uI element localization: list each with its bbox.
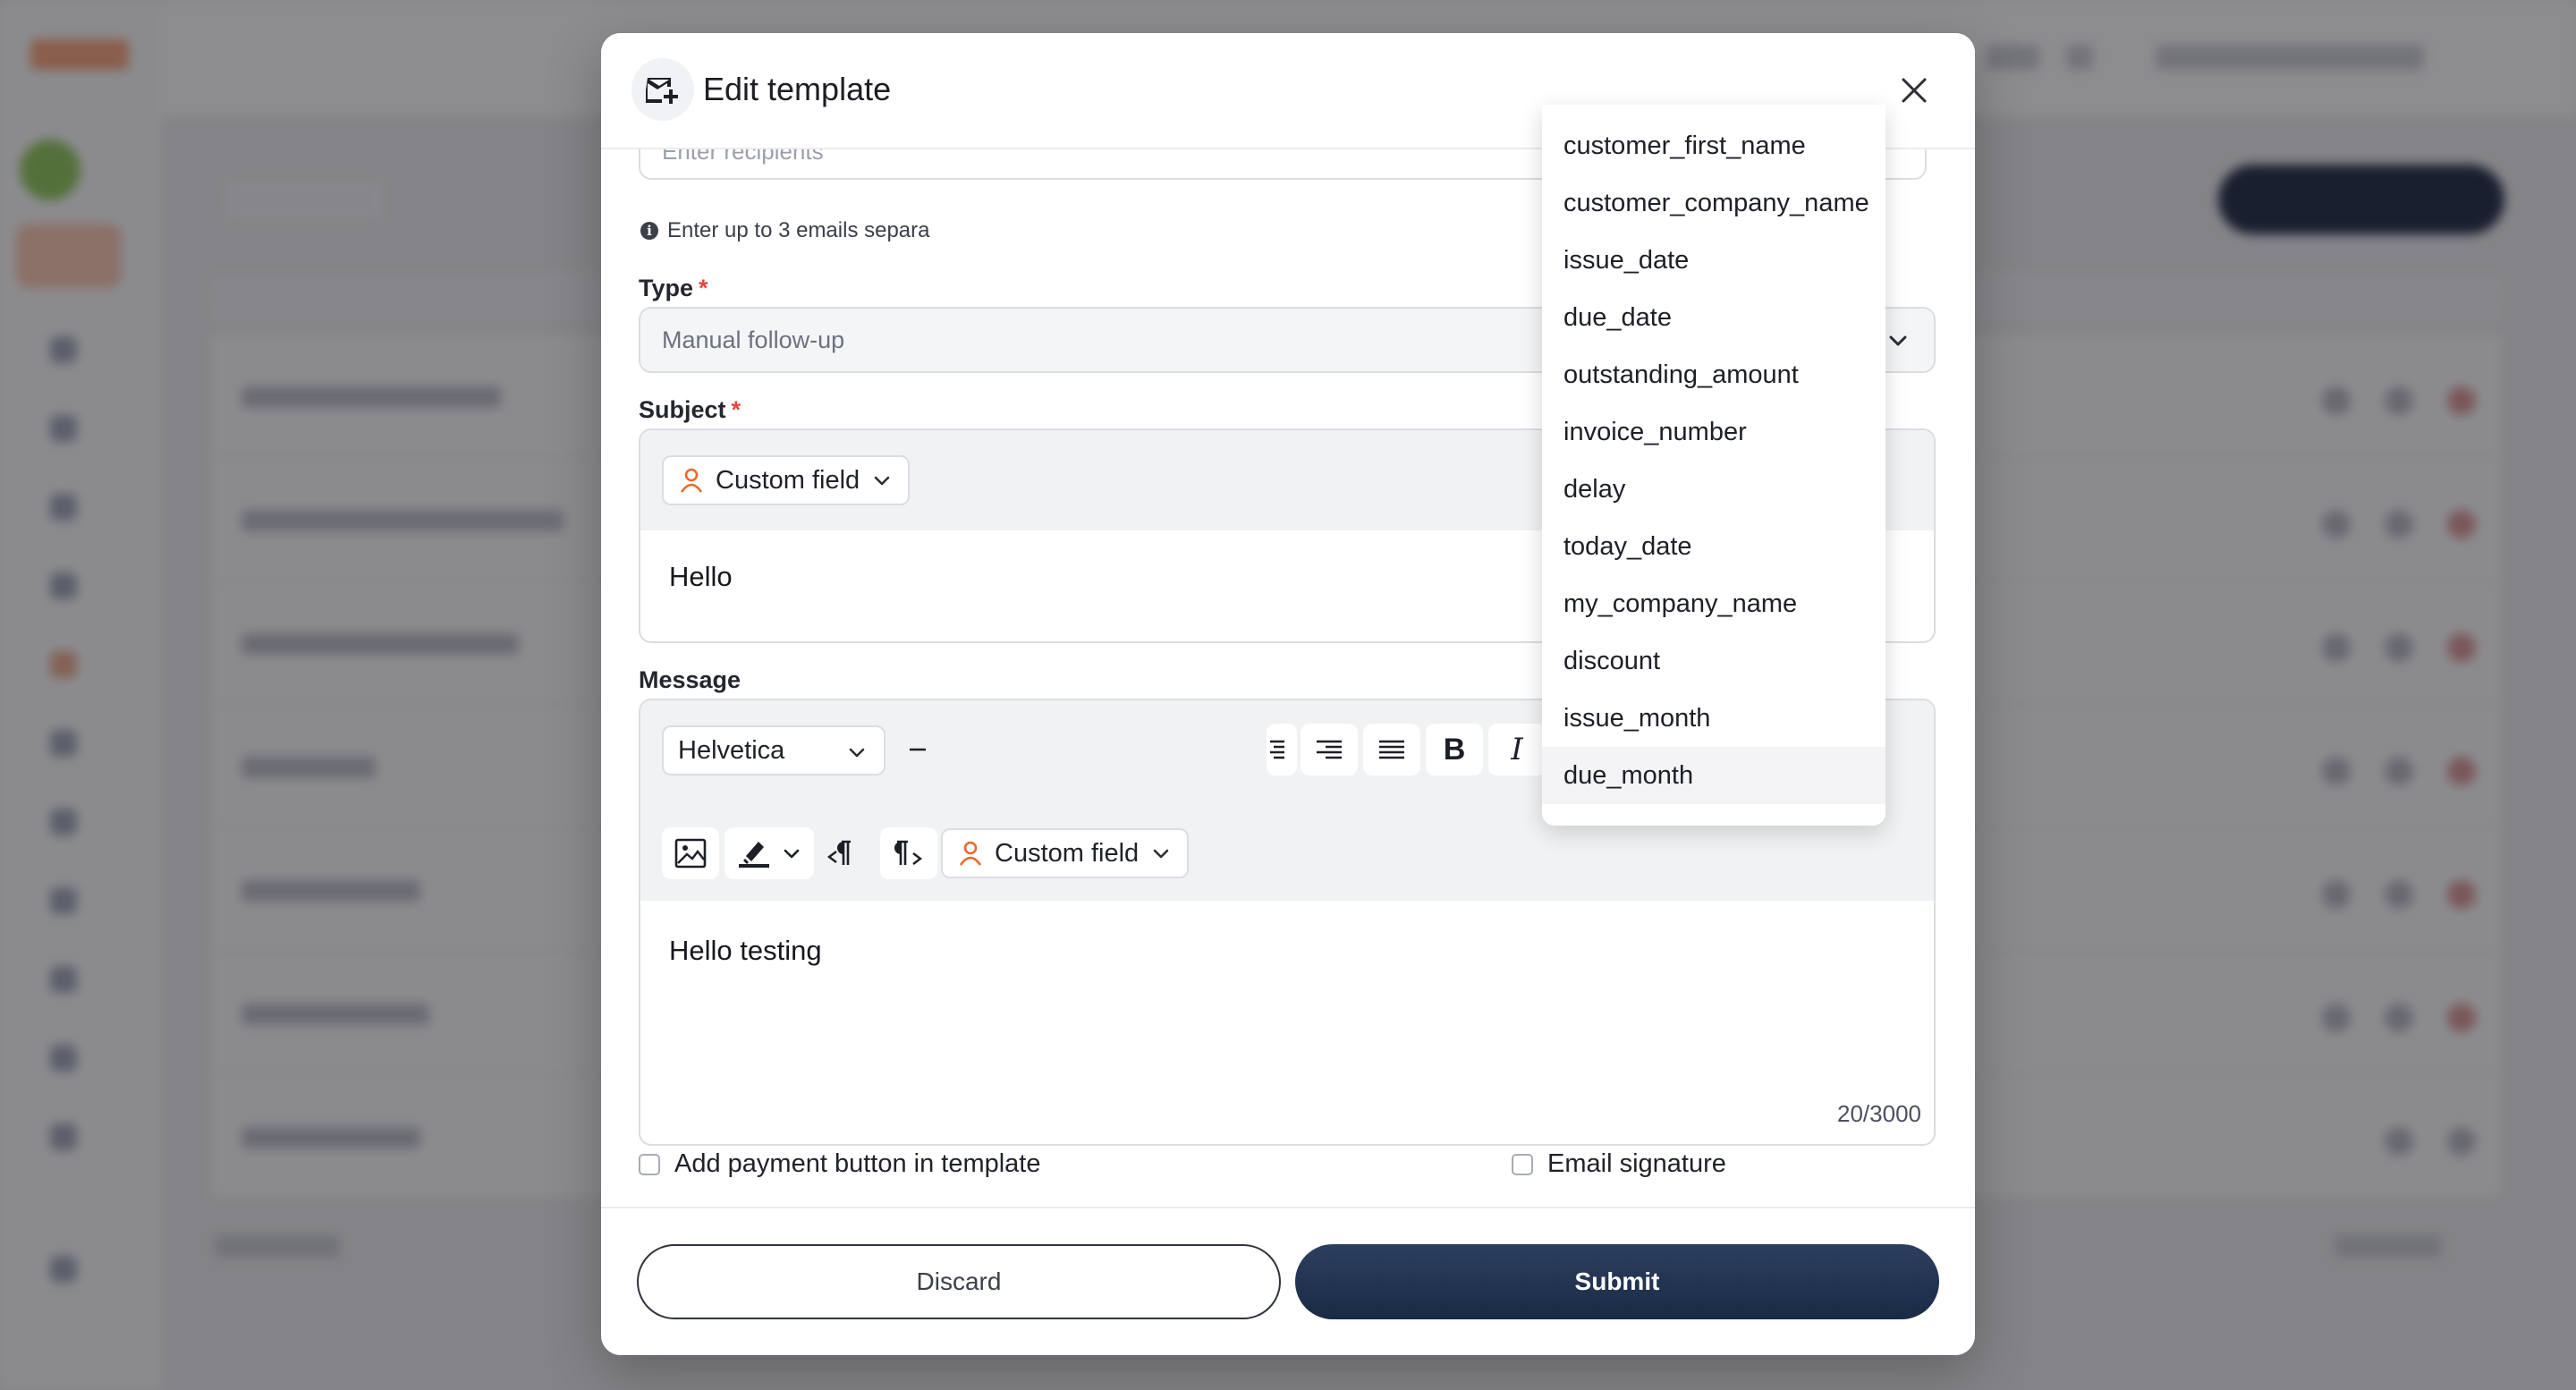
payment-button-option[interactable]: Add payment button in template [639, 1149, 1040, 1179]
custom-field-option[interactable]: issue_month [1542, 690, 1885, 747]
person-icon [959, 841, 982, 866]
custom-field-label: Custom field [716, 465, 860, 495]
subject-custom-field-button[interactable]: Custom field [662, 455, 911, 505]
custom-field-option[interactable]: invoice_number [1542, 403, 1885, 461]
close-icon [1902, 78, 1927, 103]
message-label: Message [639, 666, 741, 693]
custom-field-label: Custom field [995, 838, 1140, 868]
message-custom-field-button[interactable]: Custom field [941, 828, 1190, 878]
align-right-button[interactable] [1301, 724, 1358, 776]
italic-button[interactable]: I [1488, 724, 1546, 776]
insert-image-button[interactable] [662, 827, 719, 879]
custom-field-option-hovered[interactable]: due_month [1542, 747, 1885, 804]
chevron-down-icon [1889, 335, 1907, 346]
custom-field-option[interactable]: due_date [1542, 289, 1885, 346]
email-signature-checkbox[interactable] [1512, 1153, 1533, 1175]
font-family-value: Helvetica [678, 735, 785, 765]
type-select-value: Manual follow-up [662, 326, 845, 353]
character-count: 20/3000 [1837, 1100, 1921, 1127]
payment-button-label: Add payment button in template [674, 1149, 1041, 1178]
custom-field-option[interactable]: customer_company_name [1542, 174, 1885, 232]
rtl-direction-button[interactable] [880, 827, 937, 879]
type-label: Type * [639, 275, 708, 301]
custom-field-option[interactable]: delay [1542, 461, 1885, 518]
highlighter-icon [739, 842, 769, 868]
ltr-direction-button[interactable] [816, 827, 866, 879]
subject-label: Subject * [639, 396, 741, 423]
highlight-color-button[interactable] [724, 827, 814, 879]
bold-button[interactable]: B [1426, 724, 1483, 776]
custom-field-option[interactable]: today_date [1542, 518, 1885, 575]
edit-template-modal: Edit template Enter recipients i Enter u… [601, 33, 1975, 1355]
close-button[interactable] [1893, 69, 1936, 112]
message-content[interactable]: Hello testing [669, 935, 822, 967]
submit-button[interactable]: Submit [1295, 1244, 1939, 1319]
bold-icon: B [1443, 732, 1466, 767]
chevron-down-icon [874, 476, 890, 486]
discard-button[interactable]: Discard [637, 1244, 1281, 1319]
email-signature-option[interactable]: Email signature [1512, 1149, 1726, 1179]
custom-field-option[interactable]: issue_date [1542, 232, 1885, 289]
font-size-decrease-button[interactable] [900, 724, 936, 776]
custom-field-option[interactable]: outstanding_amount [1542, 346, 1885, 403]
recipients-hint: i Enter up to 3 emails separa [640, 218, 930, 243]
chevron-down-icon [849, 748, 865, 758]
recipients-placeholder: Enter recipients [662, 148, 824, 165]
align-right-icon [1317, 740, 1342, 759]
recipients-hint-text: Enter up to 3 emails separa [667, 218, 930, 242]
custom-field-option[interactable]: customer_first_name [1542, 117, 1885, 174]
modal-title: Edit template [703, 71, 892, 107]
chevron-down-icon [784, 849, 800, 859]
minus-icon [910, 748, 926, 751]
text-direction-rtl-icon [894, 840, 922, 865]
image-icon [674, 838, 707, 869]
align-justify-icon [1379, 740, 1404, 759]
align-center-icon [1270, 740, 1284, 759]
align-center-button[interactable] [1267, 724, 1297, 776]
italic-icon: I [1511, 732, 1523, 767]
custom-field-option[interactable]: my_company_name [1542, 575, 1885, 632]
align-justify-button[interactable] [1363, 724, 1420, 776]
mail-edit-icon [631, 58, 694, 121]
payment-button-checkbox[interactable] [639, 1153, 660, 1175]
info-icon: i [640, 222, 658, 240]
text-direction-ltr-icon [827, 840, 851, 865]
email-signature-label: Email signature [1547, 1149, 1726, 1178]
modal-footer: Discard Submit [601, 1207, 1975, 1355]
custom-field-dropdown: customer_first_name customer_company_nam… [1542, 105, 1885, 826]
person-icon [680, 468, 703, 493]
custom-field-option[interactable]: discount [1542, 632, 1885, 690]
subject-content[interactable]: Hello [669, 561, 733, 593]
font-family-select[interactable]: Helvetica [662, 725, 886, 776]
chevron-down-icon [1153, 849, 1169, 859]
